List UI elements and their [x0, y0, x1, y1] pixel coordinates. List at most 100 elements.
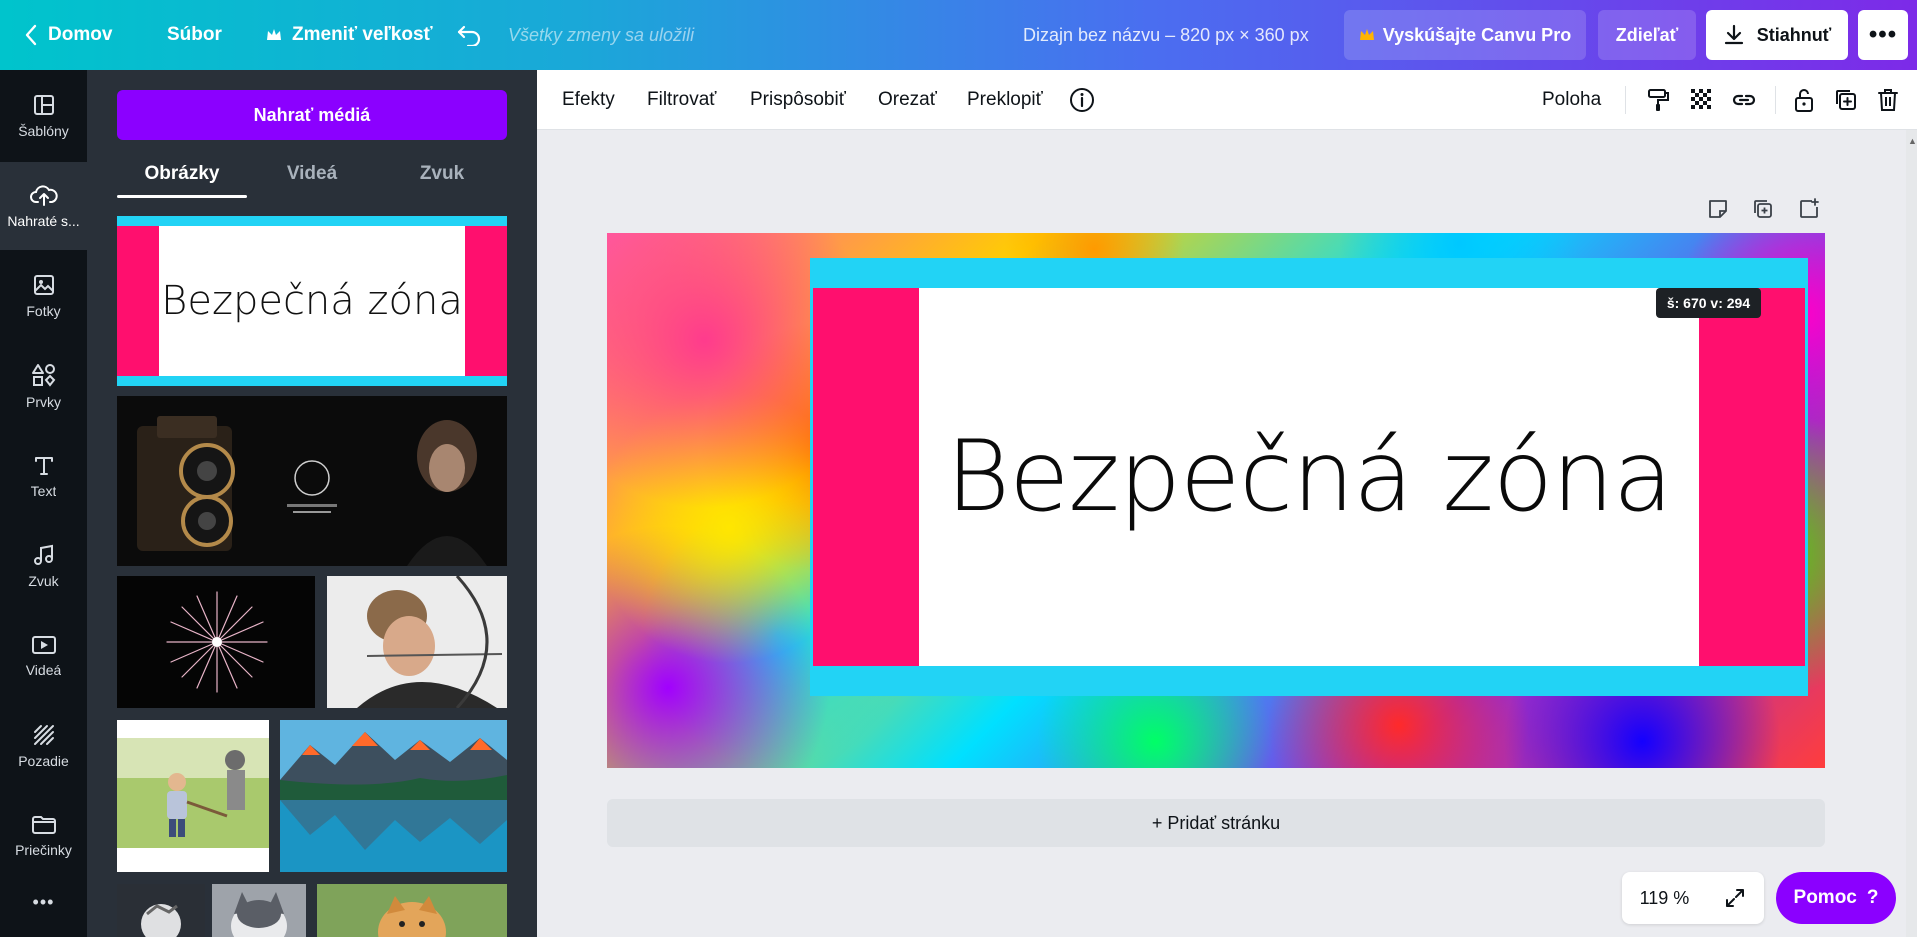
- safe-zone-pink-band: [1699, 288, 1805, 666]
- rail-item-audio[interactable]: Zvuk: [0, 522, 87, 610]
- rail-item-folders[interactable]: Priečinky: [0, 792, 87, 880]
- flip-button[interactable]: Preklopiť: [967, 70, 1043, 130]
- uploaded-image-husky[interactable]: [212, 884, 306, 937]
- home-button[interactable]: Domov: [24, 0, 112, 70]
- crown-icon: [267, 29, 281, 40]
- fireworks-image: [166, 591, 268, 693]
- rail-item-elements[interactable]: Prvky: [0, 342, 87, 430]
- scroll-up-arrow-icon[interactable]: ▲: [1908, 136, 1917, 146]
- rail-label: Šablóny: [18, 123, 69, 139]
- lock-icon[interactable]: [1789, 85, 1819, 115]
- rail-label: Pozadie: [18, 753, 69, 769]
- undo-button[interactable]: [456, 0, 492, 70]
- rail-item-videos[interactable]: Videá: [0, 612, 87, 700]
- vertical-scrollbar[interactable]: ▲: [1906, 130, 1917, 937]
- rail-label: Videá: [25, 662, 62, 678]
- safe-zone-image-selected[interactable]: Bezpečná zóna: [810, 258, 1808, 696]
- camera-photo-image: [137, 416, 487, 566]
- home-label: Domov: [48, 24, 113, 45]
- partial-image: [141, 904, 181, 937]
- link-icon[interactable]: [1729, 85, 1759, 115]
- text-icon: [34, 457, 53, 475]
- rail-item-photos[interactable]: Fotky: [0, 252, 87, 340]
- uploaded-image-pomeranian[interactable]: [317, 884, 507, 937]
- paint-roller-icon[interactable]: [1643, 85, 1673, 115]
- expand-icon[interactable]: [1724, 887, 1746, 909]
- uploads-panel: Nahrať médiá Obrázky Videá Zvuk Bezpečná…: [87, 70, 537, 937]
- resize-button[interactable]: Zmeniť veľkosť: [266, 0, 433, 70]
- duplicate-page-icon[interactable]: [1752, 198, 1774, 225]
- rail-item-uploads[interactable]: Nahraté s...: [0, 162, 87, 250]
- adjust-button[interactable]: Prispôsobiť: [750, 70, 846, 130]
- help-button[interactable]: Pomoc ?: [1776, 872, 1896, 924]
- tab-videos[interactable]: Videá: [247, 150, 377, 198]
- dimension-tooltip: š: 670 v: 294: [1656, 288, 1761, 318]
- uploaded-image-mountain-lake[interactable]: [280, 720, 507, 872]
- side-nav-rail: Šablóny Nahraté s... Fotky Prvky Text Zv…: [0, 70, 87, 937]
- duplicate-icon[interactable]: [1831, 85, 1861, 115]
- media-tabs: Obrázky Videá Zvuk: [117, 150, 507, 198]
- undo-icon: [457, 25, 481, 46]
- more-dots-icon: •••: [1868, 21, 1898, 48]
- more-options-button[interactable]: •••: [1858, 10, 1908, 60]
- info-icon[interactable]: [1067, 85, 1097, 115]
- crown-icon: [1359, 29, 1374, 40]
- rail-item-background[interactable]: Pozadie: [0, 702, 87, 790]
- download-label: Stiahnuť: [1756, 24, 1832, 45]
- mountain-lake-image: [280, 720, 507, 872]
- upload-media-label: Nahrať médiá: [253, 104, 371, 125]
- image-edit-toolbar: Efekty Filtrovať Prispôsobiť Orezať Prek…: [537, 70, 1917, 130]
- tab-images[interactable]: Obrázky: [117, 150, 247, 198]
- page-notes-icon[interactable]: [1707, 198, 1729, 225]
- templates-icon: [33, 95, 54, 115]
- zoom-control[interactable]: 119 %: [1622, 872, 1764, 924]
- safe-zone-text: Bezpečná zóna: [919, 288, 1699, 666]
- download-button[interactable]: Stiahnuť: [1706, 10, 1848, 60]
- rail-label: Fotky: [26, 303, 61, 319]
- uploaded-image-partial[interactable]: [117, 884, 205, 937]
- rail-item-templates[interactable]: Šablóny: [0, 72, 87, 160]
- position-button[interactable]: Poloha: [1542, 70, 1601, 130]
- toolbar-divider: [1775, 86, 1776, 114]
- uploaded-image-fireworks[interactable]: [117, 576, 315, 708]
- trash-icon[interactable]: [1873, 85, 1903, 115]
- effects-button[interactable]: Efekty: [562, 70, 615, 130]
- uploaded-image-archer[interactable]: [327, 576, 507, 708]
- top-bar: Domov Súbor Zmeniť veľkosť Všetky zmeny …: [0, 0, 1917, 70]
- design-title[interactable]: Dizajn bez názvu – 820 px × 360 px: [1023, 0, 1309, 70]
- music-note-icon: [33, 544, 53, 565]
- zoom-level[interactable]: 119 %: [1640, 888, 1690, 909]
- rail-label: Nahraté s...: [7, 213, 80, 229]
- filter-button[interactable]: Filtrovať: [647, 70, 716, 130]
- uploaded-image-safe-zone[interactable]: Bezpečná zóna: [117, 216, 507, 386]
- uploaded-image-child-playing[interactable]: [117, 720, 269, 872]
- save-status: Všetky zmeny sa uložili: [508, 24, 695, 45]
- rail-item-text[interactable]: Text: [0, 432, 87, 520]
- archer-image: [327, 576, 507, 708]
- husky-image: [212, 884, 306, 937]
- add-page-button[interactable]: + Pridať stránku: [607, 799, 1825, 847]
- question-mark-icon: ?: [1866, 887, 1879, 908]
- file-label: Súbor: [167, 24, 222, 45]
- transparency-icon[interactable]: [1687, 85, 1717, 115]
- pomeranian-image: [317, 884, 507, 937]
- rail-item-more[interactable]: •••: [0, 882, 87, 922]
- try-pro-button[interactable]: Vyskúšajte Canvu Pro: [1344, 10, 1586, 60]
- share-label: Zdieľať: [1615, 24, 1679, 45]
- upload-media-button[interactable]: Nahrať médiá: [117, 90, 507, 140]
- video-icon: [31, 636, 56, 654]
- crop-button[interactable]: Orezať: [878, 70, 937, 130]
- more-dots-icon: •••: [32, 891, 55, 912]
- tab-audio[interactable]: Zvuk: [377, 150, 507, 198]
- toolbar-divider: [1625, 86, 1626, 114]
- rail-label: Prvky: [26, 394, 61, 410]
- file-menu[interactable]: Súbor: [167, 0, 222, 70]
- download-icon: [1724, 24, 1743, 45]
- add-page-icon[interactable]: [1798, 198, 1820, 225]
- child-playing-image: [117, 720, 269, 872]
- share-button[interactable]: Zdieľať: [1598, 10, 1696, 60]
- uploaded-image-photographer-banner[interactable]: [117, 396, 507, 566]
- try-pro-label: Vyskúšajte Canvu Pro: [1382, 24, 1572, 45]
- safe-zone-pink-band: [117, 226, 159, 376]
- help-label: Pomoc: [1793, 887, 1857, 908]
